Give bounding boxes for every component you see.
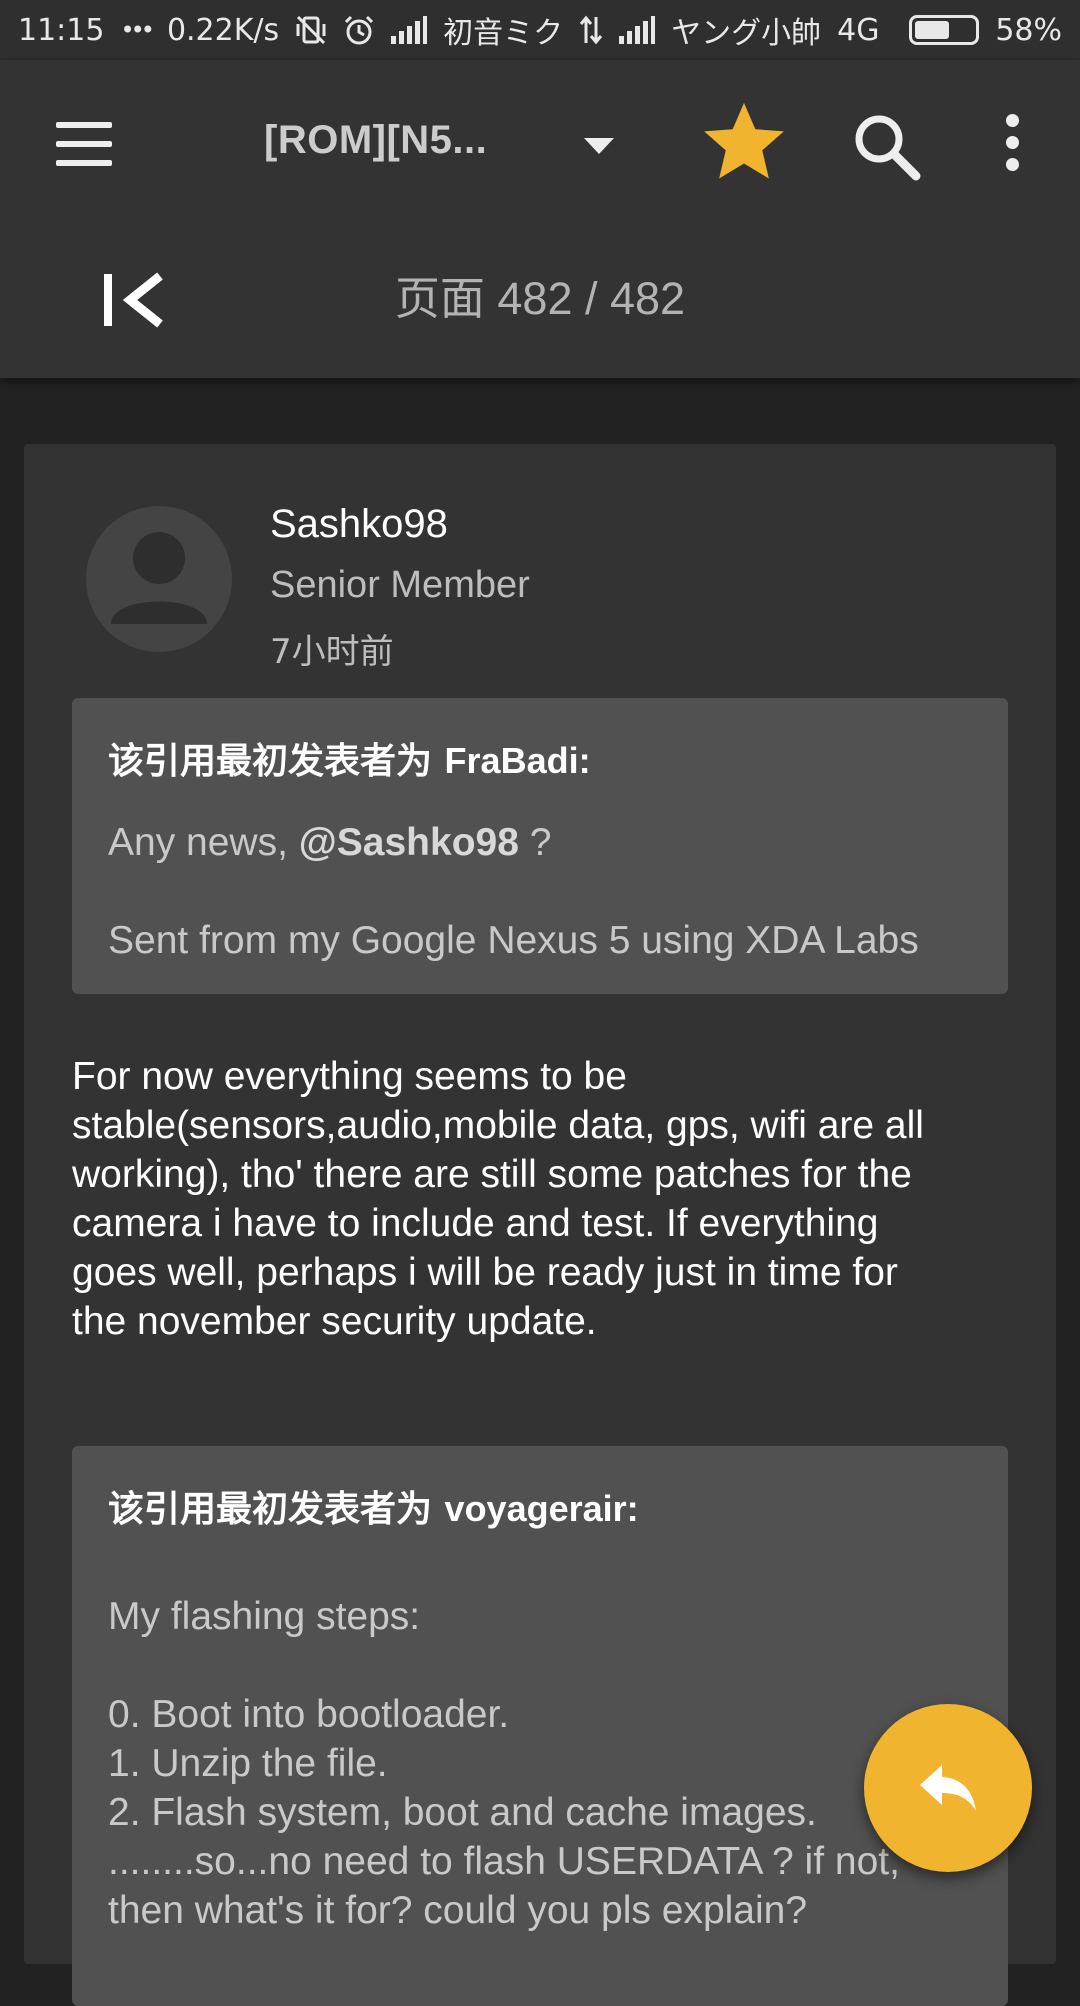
quote-author[interactable]: FraBadi: bbox=[445, 740, 591, 781]
alarm-icon bbox=[343, 14, 375, 46]
star-icon[interactable] bbox=[700, 100, 788, 188]
data-transfer-icon bbox=[579, 15, 603, 45]
author-name[interactable]: Sashko98 bbox=[270, 502, 448, 547]
avatar[interactable] bbox=[86, 506, 232, 652]
quote-author[interactable]: voyagerair: bbox=[445, 1488, 639, 1529]
quote-line: Any news, @Sashko98 ? bbox=[108, 818, 972, 867]
battery-icon bbox=[909, 15, 980, 45]
quote-line: then what's it for? could you pls explai… bbox=[108, 1889, 808, 1932]
post-body: For now everything seems to be stable(se… bbox=[72, 1052, 1012, 1346]
quote-line: ........so...no need to flash USERDATA ?… bbox=[108, 1840, 900, 1883]
search-icon[interactable] bbox=[852, 112, 922, 186]
network-type: 4G bbox=[837, 12, 880, 48]
page-bar: 页面 482 / 482 bbox=[0, 228, 1080, 378]
app-bar: [ROM][N5... 页面 482 / 482 bbox=[0, 60, 1080, 378]
network-speed: 0.22K/s bbox=[166, 12, 280, 48]
quote-prefix: 该引用最初发表者为 bbox=[108, 741, 445, 782]
signal-icon bbox=[391, 16, 428, 44]
quote-block: 该引用最初发表者为 voyagerair: My flashing steps:… bbox=[72, 1446, 1008, 2006]
post-time: 7小时前 bbox=[270, 632, 394, 672]
quote-text: Any news, bbox=[108, 821, 299, 864]
notification-dots: ••• bbox=[120, 16, 155, 44]
clock: 11:15 bbox=[18, 12, 105, 48]
quote-line: Sent from my Google Nexus 5 using XDA La… bbox=[108, 916, 972, 965]
mention-link[interactable]: @Sashko98 bbox=[299, 821, 519, 864]
more-options-icon[interactable] bbox=[998, 114, 1028, 174]
body-line: working), tho' there are still some patc… bbox=[72, 1153, 912, 1196]
body-line: the november security update. bbox=[72, 1300, 597, 1343]
status-bar: 11:15 ••• 0.22K/s 初音ミク ヤング小帥 4G 58% bbox=[0, 0, 1080, 60]
vibrate-off-icon bbox=[295, 14, 327, 46]
chevron-down-icon[interactable] bbox=[584, 138, 614, 160]
quote-header: 该引用最初发表者为 FraBadi: bbox=[108, 732, 972, 784]
body-line: stable(sensors,audio,mobile data, gps, w… bbox=[72, 1104, 924, 1147]
quote-prefix: 该引用最初发表者为 bbox=[108, 1489, 445, 1530]
person-icon bbox=[111, 532, 207, 624]
body-line: camera i have to include and test. If ev… bbox=[72, 1202, 879, 1245]
quote-line: 2. Flash system, boot and cache images. bbox=[108, 1791, 817, 1834]
carrier-1: 初音ミク bbox=[443, 16, 564, 51]
quote-header: 该引用最初发表者为 voyagerair: bbox=[108, 1480, 972, 1532]
signal-icon-2 bbox=[619, 16, 656, 44]
quote-line: 1. Unzip the file. bbox=[108, 1742, 388, 1785]
reply-icon bbox=[920, 1765, 976, 1811]
reply-button[interactable] bbox=[864, 1704, 1032, 1872]
quote-line: 0. Boot into bootloader. bbox=[108, 1693, 510, 1736]
page-indicator[interactable]: 页面 482 / 482 bbox=[0, 262, 1080, 327]
thread-title[interactable]: [ROM][N5... bbox=[264, 118, 487, 163]
body-line: For now everything seems to be bbox=[72, 1055, 627, 1098]
battery-percent: 58% bbox=[995, 12, 1062, 48]
carrier-2: ヤング小帥 bbox=[671, 16, 822, 51]
quote-line bbox=[108, 1641, 972, 1690]
quote-text: ? bbox=[518, 821, 552, 864]
quote-text: Sent from my Google Nexus 5 using XDA La… bbox=[108, 919, 919, 962]
toolbar: [ROM][N5... bbox=[0, 60, 1080, 228]
quote-block: 该引用最初发表者为 FraBadi: Any news, @Sashko98 ?… bbox=[72, 698, 1008, 994]
quote-line: My flashing steps: bbox=[108, 1595, 421, 1638]
menu-icon[interactable] bbox=[56, 122, 112, 166]
body-line: goes well, perhaps i will be ready just … bbox=[72, 1251, 898, 1294]
author-rank: Senior Member bbox=[270, 564, 530, 606]
